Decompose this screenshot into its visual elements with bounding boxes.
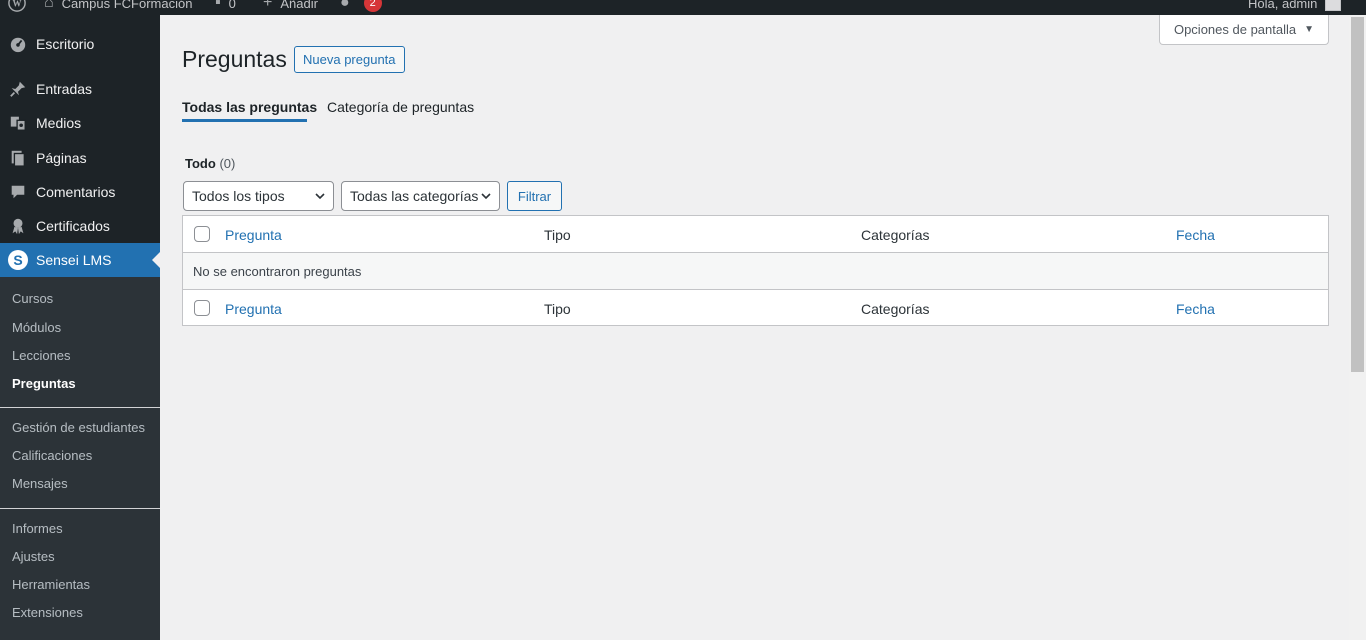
column-footer-tipo: Tipo bbox=[544, 301, 571, 317]
type-select-value: Todos los tipos bbox=[192, 188, 285, 204]
submenu-separator bbox=[0, 508, 160, 509]
filter-all-count: (0) bbox=[219, 156, 236, 171]
table-header-row: Pregunta Tipo Categorías Fecha bbox=[183, 216, 1328, 253]
account-menu[interactable]: Hola, admin bbox=[1248, 0, 1342, 15]
certificate-icon bbox=[0, 217, 36, 235]
menu-label: Sensei LMS bbox=[36, 252, 112, 268]
column-header-pregunta[interactable]: Pregunta bbox=[225, 227, 282, 243]
questions-table: Pregunta Tipo Categorías Fecha No se enc… bbox=[182, 215, 1329, 326]
menu-item-certificados[interactable]: Certificados bbox=[0, 209, 160, 243]
tab-question-categories[interactable]: Categoría de preguntas bbox=[327, 99, 474, 115]
menu-label: Medios bbox=[36, 115, 82, 131]
column-header-categorias: Categorías bbox=[861, 227, 930, 243]
submenu-item-calificaciones[interactable]: Calificaciones bbox=[12, 448, 92, 463]
site-name-text: Campus FCFormación bbox=[61, 0, 193, 11]
active-tab-indicator bbox=[182, 119, 307, 122]
new-content-link[interactable]: + Añadir bbox=[263, 0, 318, 15]
menu-item-sensei-lms[interactable]: S Sensei LMS bbox=[0, 243, 160, 277]
menu-label: Entradas bbox=[36, 81, 93, 97]
category-select-value: Todas las categorías bbox=[350, 188, 479, 204]
menu-label: Escritorio bbox=[36, 36, 95, 52]
comment-icon bbox=[0, 183, 36, 201]
chevron-down-icon bbox=[315, 193, 325, 200]
updates-link[interactable]: ● 2 bbox=[340, 0, 382, 15]
menu-item-comentarios[interactable]: Comentarios bbox=[0, 175, 160, 209]
site-name-link[interactable]: ⌂ Campus FCFormación bbox=[44, 0, 192, 15]
table-row: No se encontraron preguntas bbox=[183, 253, 1328, 289]
chevron-down-icon bbox=[481, 193, 491, 200]
column-footer-categorias: Categorías bbox=[861, 301, 930, 317]
new-question-button[interactable]: Nueva pregunta bbox=[294, 46, 405, 73]
table-footer-row: Pregunta Tipo Categorías Fecha bbox=[183, 289, 1328, 325]
updates-icon: ● bbox=[340, 0, 350, 11]
column-footer-fecha[interactable]: Fecha bbox=[1176, 301, 1215, 317]
submenu-item-informes[interactable]: Informes bbox=[12, 521, 63, 536]
menu-label: Páginas bbox=[36, 150, 87, 166]
svg-text:W: W bbox=[13, 0, 22, 9]
status-filter[interactable]: Todo (0) bbox=[185, 156, 235, 171]
comments-link[interactable]: ▪ 0 bbox=[215, 0, 236, 15]
current-menu-arrow bbox=[152, 252, 160, 268]
sensei-submenu: Cursos Módulos Lecciones Preguntas Gesti… bbox=[0, 277, 160, 640]
new-content-label: Añadir bbox=[280, 0, 318, 11]
sensei-logo-icon: S bbox=[0, 250, 36, 270]
home-icon: ⌂ bbox=[44, 0, 54, 11]
select-all-checkbox-footer[interactable] bbox=[194, 300, 210, 316]
caret-down-icon: ▼ bbox=[1304, 24, 1315, 35]
comments-count: 0 bbox=[228, 0, 236, 11]
submenu-item-modulos[interactable]: Módulos bbox=[12, 320, 61, 335]
submenu-item-gestion-estudiantes[interactable]: Gestión de estudiantes bbox=[12, 420, 145, 435]
admin-sidebar: Escritorio Entradas Medios Páginas Comen… bbox=[0, 15, 160, 640]
comment-icon: ▪ bbox=[215, 0, 221, 11]
column-header-tipo: Tipo bbox=[544, 227, 571, 243]
type-select[interactable]: Todos los tipos bbox=[183, 181, 334, 211]
select-all-checkbox[interactable] bbox=[194, 226, 210, 242]
category-select[interactable]: Todas las categorías bbox=[341, 181, 500, 211]
tab-all-questions[interactable]: Todas las preguntas bbox=[182, 99, 317, 115]
plus-icon: + bbox=[263, 0, 273, 11]
pin-icon bbox=[0, 80, 36, 98]
submenu-item-mensajes[interactable]: Mensajes bbox=[12, 476, 68, 491]
column-header-fecha[interactable]: Fecha bbox=[1176, 227, 1215, 243]
column-footer-pregunta[interactable]: Pregunta bbox=[225, 301, 282, 317]
menu-item-paginas[interactable]: Páginas bbox=[0, 141, 160, 175]
pages-icon bbox=[0, 149, 36, 167]
menu-label: Certificados bbox=[36, 218, 110, 234]
screen-options-label: Opciones de pantalla bbox=[1173, 22, 1297, 37]
updates-badge: 2 bbox=[363, 0, 382, 12]
submenu-item-lecciones[interactable]: Lecciones bbox=[12, 348, 71, 363]
greeting-text: Hola, admin bbox=[1248, 0, 1318, 11]
menu-item-entradas[interactable]: Entradas bbox=[0, 72, 160, 106]
dashboard-icon bbox=[0, 35, 36, 53]
admin-bar: W ⌂ Campus FCFormación ▪ 0 + Añadir ● 2 … bbox=[0, 0, 1366, 15]
page-scrollbar[interactable] bbox=[1349, 15, 1366, 640]
submenu-item-ajustes[interactable]: Ajustes bbox=[12, 549, 55, 564]
scrollbar-thumb[interactable] bbox=[1351, 17, 1364, 372]
avatar bbox=[1325, 0, 1342, 11]
filter-all-label: Todo bbox=[185, 156, 216, 171]
submenu-item-cursos[interactable]: Cursos bbox=[12, 291, 53, 306]
submenu-item-herramientas[interactable]: Herramientas bbox=[12, 577, 90, 592]
menu-item-medios[interactable]: Medios bbox=[0, 106, 160, 140]
filter-button[interactable]: Filtrar bbox=[507, 181, 562, 211]
menu-label: Comentarios bbox=[36, 184, 116, 200]
media-icon bbox=[0, 114, 36, 132]
empty-table-message: No se encontraron preguntas bbox=[193, 264, 362, 279]
submenu-separator bbox=[0, 407, 160, 408]
menu-item-escritorio[interactable]: Escritorio bbox=[0, 27, 160, 61]
screen-options-button[interactable]: Opciones de pantalla ▼ bbox=[1159, 15, 1329, 45]
submenu-item-extensiones[interactable]: Extensiones bbox=[12, 605, 83, 620]
page-title: Preguntas bbox=[182, 46, 287, 72]
wordpress-logo-icon[interactable]: W bbox=[8, 0, 26, 15]
submenu-item-preguntas[interactable]: Preguntas bbox=[12, 376, 76, 391]
